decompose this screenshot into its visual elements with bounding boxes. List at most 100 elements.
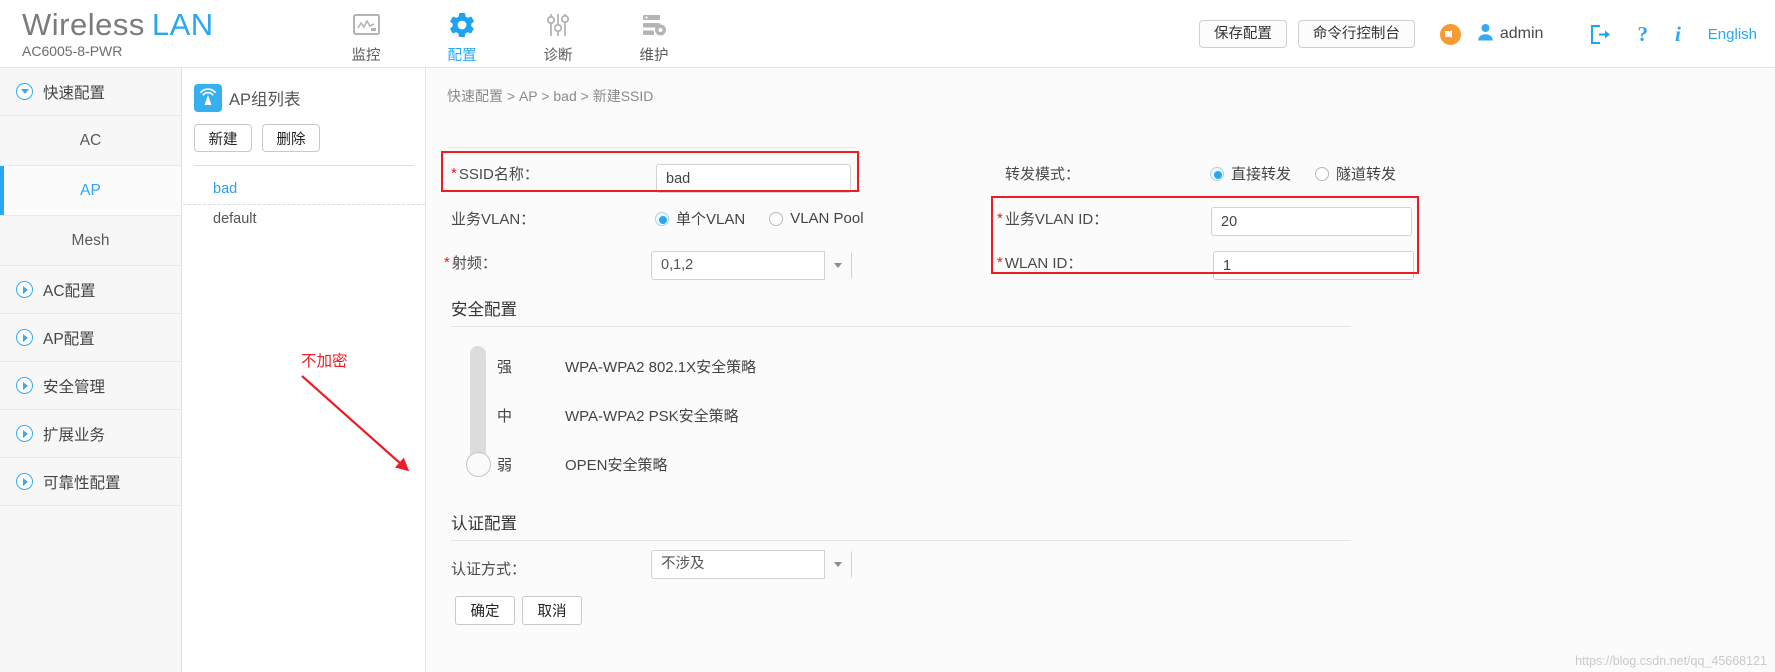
security-section-title: 安全配置 [451,301,517,319]
chevron-right-icon [16,281,33,298]
breadcrumb-item-ap[interactable]: AP [519,88,537,104]
ap-group-list: bad default [183,175,425,233]
logo-secondary: LAN [151,7,214,42]
sidebar-label-ap: AP [80,181,101,199]
nav-label-config: 配置 [447,48,477,64]
radio-dot-icon [769,211,784,226]
security-policy-strong: WPA-WPA2 802.1X安全策略 [565,359,757,376]
auth-method-value: 不涉及 [661,556,705,572]
sidebar-item-ap[interactable]: AP [0,166,181,216]
server-gear-icon [606,10,702,40]
radio-frequency-label: 射频： [451,255,497,272]
radio-dot-icon [655,211,669,226]
list-item[interactable]: default [183,204,425,233]
user-menu[interactable]: admin [1477,23,1543,46]
panel-divider [194,165,414,166]
sidebar-item-ac-config[interactable]: AC配置 [0,266,181,314]
wlan-id-input[interactable] [1213,251,1414,280]
chevron-down-icon [824,550,851,579]
breadcrumb-separator: > [541,88,550,104]
radio-frequency-select[interactable]: 0,1,2 [651,251,852,280]
radio-label-direct-forward: 直接转发 [1231,166,1292,183]
sidebar-label-ac-config: AC配置 [43,282,96,300]
ap-group-toolbar: 新建 删除 [183,112,425,152]
radio-direct-forward[interactable]: 直接转发 [1210,163,1291,184]
annotation-arrow-icon [301,375,410,472]
service-vlan-label: 业务VLAN： [451,211,536,228]
radio-vlan-pool[interactable]: VLAN Pool [769,210,864,227]
security-level-medium: 中 [497,408,513,425]
info-label: i [1674,21,1681,46]
forward-mode-radios: 直接转发 隧道转发 [1210,163,1420,184]
list-item[interactable]: bad [183,175,425,204]
sidebar-item-mesh[interactable]: Mesh [0,216,181,266]
security-level-slider[interactable] [465,346,491,477]
auth-method-label: 认证方式： [451,561,527,578]
save-config-button[interactable]: 保存配置 [1198,20,1287,48]
service-vlan-id-input[interactable] [1211,207,1412,236]
required-marker: * [997,254,1003,271]
ap-group-title: AP组列表 [229,91,301,109]
chevron-right-icon [16,377,33,394]
sidebar-item-security-mgmt[interactable]: 安全管理 [0,362,181,410]
monitor-chart-icon [318,10,414,40]
new-ap-group-button[interactable]: 新建 [194,124,252,152]
radio-label-tunnel-forward: 隧道转发 [1336,166,1397,183]
radio-frequency-value: 0,1,2 [661,257,694,273]
logout-icon[interactable] [1589,24,1611,45]
security-level-strong: 强 [497,359,513,376]
sidebar-label-ac: AC [79,131,102,149]
sidebar-item-ap-config[interactable]: AP配置 [0,314,181,362]
chevron-right-icon [16,329,33,346]
nav-item-monitor[interactable]: 监控 [318,4,414,65]
nav-item-config[interactable]: 配置 [414,4,510,65]
sidebar-label-mesh: Mesh [71,231,110,249]
top-navigation: 监控 配置 诊断 维护 [318,4,702,65]
app-header: Wireless LAN AC6005-8-PWR 监控 配置 诊断 维护 保存… [0,0,1775,68]
chevron-right-icon [16,425,33,442]
radio-single-vlan[interactable]: 单个VLAN [655,208,745,229]
help-label: ? [1637,21,1648,46]
required-marker: * [444,254,450,271]
nav-label-diagnosis: 诊断 [543,48,573,64]
language-switcher[interactable]: English [1708,26,1757,43]
security-policy-weak: OPEN安全策略 [565,457,668,474]
sidebar-label-security-mgmt: 安全管理 [43,378,106,396]
security-slider-handle[interactable] [465,452,491,477]
sidebar-item-quick-config[interactable]: 快速配置 [0,68,181,116]
radio-tunnel-forward[interactable]: 隧道转发 [1315,163,1396,184]
sidebar-item-reliability-config[interactable]: 可靠性配置 [0,458,181,506]
user-icon [1477,23,1494,46]
delete-ap-group-button[interactable]: 删除 [262,124,320,152]
ssid-name-label: SSID名称： [458,166,539,183]
radio-label-vlan-pool: VLAN Pool [790,210,864,227]
sidebar-item-extended-service[interactable]: 扩展业务 [0,410,181,458]
ap-group-header: AP组列表 [183,68,425,112]
breadcrumb-item-bad[interactable]: bad [553,88,576,104]
sliders-icon [510,10,606,40]
chevron-right-icon [16,473,33,490]
service-vlan-id-row: * 业务VLAN ID： [997,208,1108,229]
logo-text: Wireless LAN [22,6,214,44]
alarm-speaker-icon[interactable] [1439,23,1461,45]
ok-button[interactable]: 确定 [455,596,515,625]
ssid-name-input[interactable] [656,164,851,193]
section-divider [451,540,1351,541]
app-logo: Wireless LAN AC6005-8-PWR [22,6,214,60]
radio-dot-icon [1315,166,1330,181]
device-model: AC6005-8-PWR [22,43,123,59]
nav-item-maintenance[interactable]: 维护 [606,4,702,65]
nav-item-diagnosis[interactable]: 诊断 [510,4,606,65]
breadcrumb-item-quick-config[interactable]: 快速配置 [447,88,503,104]
sidebar-item-ac[interactable]: AC [0,116,181,166]
radio-frequency-row: * 射频： [444,252,497,273]
cancel-button[interactable]: 取消 [522,596,582,625]
help-icon[interactable]: ? [1637,22,1648,47]
radio-label-single-vlan: 单个VLAN [676,211,746,228]
cli-console-button[interactable]: 命令行控制台 [1297,20,1415,48]
form-divider [447,147,857,148]
info-icon[interactable]: i [1675,22,1681,47]
chevron-down-icon [16,83,33,100]
auth-method-select[interactable]: 不涉及 [651,550,852,579]
nav-label-maintenance: 维护 [639,48,669,64]
